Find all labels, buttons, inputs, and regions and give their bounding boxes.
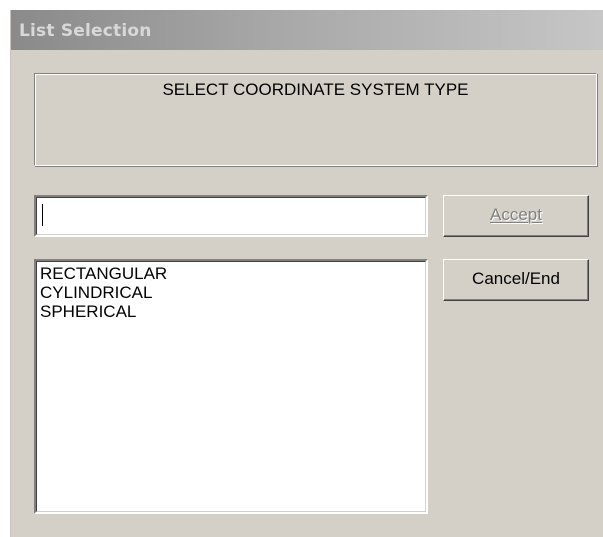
cancel-end-button-label: Cancel/End	[472, 269, 560, 288]
title-bar[interactable]: List Selection	[11, 10, 603, 50]
list-selection-dialog: List Selection SELECT COORDINATE SYSTEM …	[10, 10, 603, 537]
window-title: List Selection	[19, 21, 152, 41]
selection-input[interactable]	[34, 195, 428, 237]
prompt-text: SELECT COORDINATE SYSTEM TYPE	[162, 80, 469, 99]
text-cursor	[42, 204, 43, 226]
list-item-rectangular[interactable]: RECTANGULAR	[40, 264, 167, 283]
accept-button[interactable]: Accept	[443, 195, 589, 237]
cancel-end-button[interactable]: Cancel/End	[443, 259, 589, 301]
prompt-panel: SELECT COORDINATE SYSTEM TYPE	[34, 73, 597, 166]
list-item-cylindrical[interactable]: CYLINDRICAL	[40, 283, 167, 302]
options-list-items: RECTANGULAR CYLINDRICAL SPHERICAL	[40, 264, 167, 321]
accept-button-label: Accept	[490, 205, 542, 224]
selection-input-bevel	[36, 197, 426, 235]
options-list[interactable]: RECTANGULAR CYLINDRICAL SPHERICAL	[34, 259, 428, 514]
list-item-spherical[interactable]: SPHERICAL	[40, 302, 167, 321]
